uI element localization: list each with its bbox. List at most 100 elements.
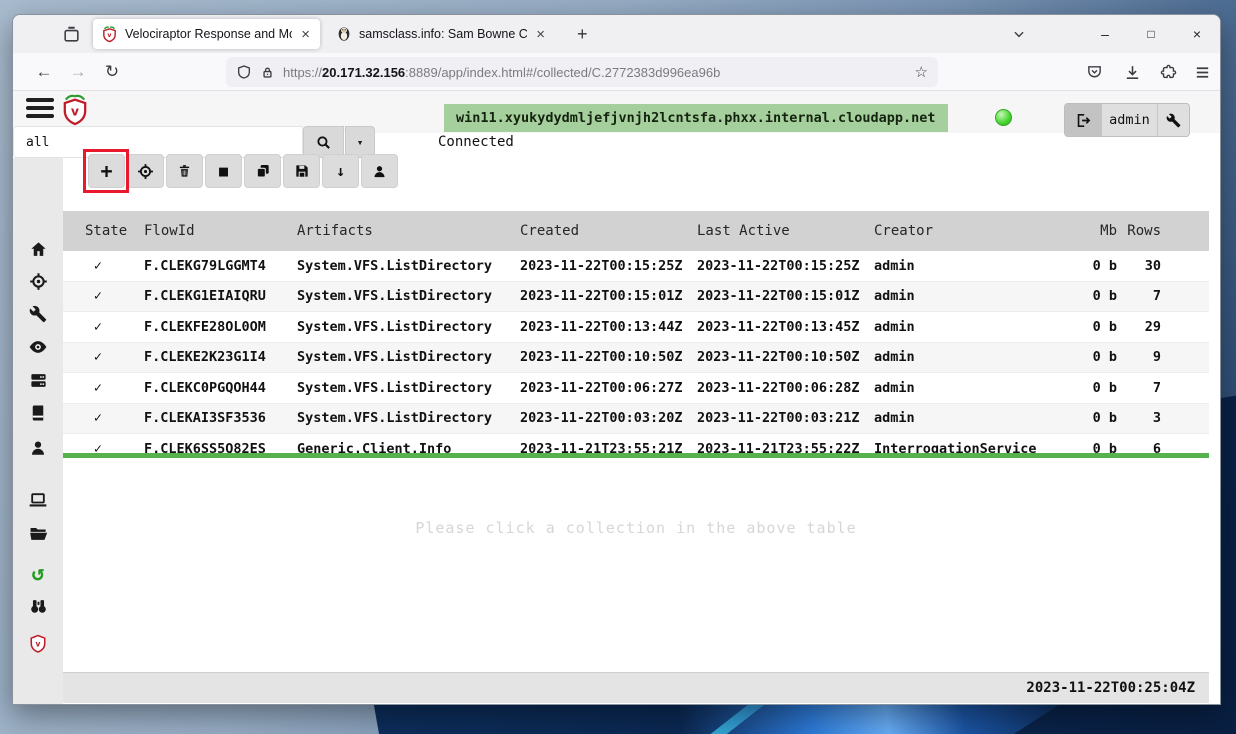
new-tab-button[interactable]: + [569,24,596,45]
table-row[interactable]: ✓ F.CLEKC0PGQOH44 System.VFS.ListDirectory… [63,373,1209,404]
lock-icon[interactable] [260,65,275,80]
table-cell: admin [874,318,915,335]
server-icon [30,373,46,387]
logout-button[interactable] [1065,104,1101,136]
column-header-artifacts[interactable]: Artifacts [288,223,511,239]
export-button[interactable]: ↓ [322,154,359,188]
column-header-state[interactable]: State [63,223,133,239]
reload-button[interactable]: ↻ [97,53,127,91]
sidebar-item-vfs[interactable] [13,521,63,545]
table-cell: 0 b [1092,288,1117,305]
save-button[interactable] [283,154,320,188]
extensions-puzzle-icon[interactable] [1153,53,1183,91]
column-header-mb[interactable]: Mb [1085,223,1119,239]
bookmark-star-icon[interactable]: ☆ [915,63,928,81]
downloads-icon[interactable] [1117,53,1147,91]
person-icon [32,441,44,455]
table-cell: 9 [1152,349,1161,366]
velociraptor-favicon-icon: v [101,25,118,43]
plus-icon: + [100,159,113,183]
column-header-created[interactable]: Created [511,223,689,239]
sidebar-item-collected[interactable]: ↺ [13,561,63,585]
sidebar-item-client-events[interactable] [13,594,63,618]
book-icon [32,405,44,421]
velociraptor-logo-icon[interactable]: v [61,94,89,128]
tab-velociraptor[interactable]: v Velociraptor Response and Mon × [93,19,320,49]
table-cell: 2023-11-22T00:13:44Z [520,318,683,335]
tab-title: Velociraptor Response and Mon [125,27,293,41]
column-header-flowid[interactable]: FlowId [133,223,288,239]
menu-hamburger-icon[interactable] [1187,53,1217,91]
shield-permissions-icon[interactable] [236,64,252,80]
url-text: https://20.171.32.156:8889/app/index.htm… [283,64,721,80]
stop-button[interactable]: ■ [205,154,242,188]
history-icon: ↺ [31,560,45,585]
app-menu-icon[interactable] [26,98,54,122]
tab-close-icon[interactable]: × [299,26,312,43]
copy-icon [256,165,269,178]
table-cell: 29 [1144,318,1161,335]
flows-table-header: State FlowId Artifacts Created Last Active Cr… [63,211,1209,251]
state-check-icon: ✓ [93,440,103,453]
sidebar-item-server-events[interactable] [13,368,63,392]
shield-v-icon: v [30,634,46,653]
firefox-view-icon[interactable] [57,21,85,47]
new-collection-button[interactable]: + [88,154,125,188]
table-row[interactable]: ✓ F.CLEKFE28OL0OM System.VFS.ListDirectory… [63,312,1209,343]
back-button[interactable]: ← [29,53,59,91]
url-bar[interactable]: https://20.171.32.156:8889/app/index.htm… [226,57,938,87]
floppy-save-icon [295,165,308,177]
forward-button[interactable]: → [63,53,93,91]
sidebar-item-users[interactable] [13,436,63,460]
table-cell: 0 b [1092,257,1117,274]
column-header-creator[interactable]: Creator [866,223,1085,239]
status-bar: 2023-11-22T00:25:04Z [63,672,1209,703]
table-cell: 2023-11-22T00:15:25Z [697,257,860,274]
pocket-icon[interactable] [1079,53,1109,91]
sidebar-item-hunts[interactable] [13,269,63,293]
penguin-favicon-icon [336,26,352,42]
list-all-tabs-icon[interactable] [1012,27,1026,41]
copy-button[interactable] [244,154,281,188]
table-row[interactable]: ✓ F.CLEKG1EIAIQRU System.VFS.ListDirectory… [63,281,1209,312]
table-row[interactable]: ✓ F.CLEKE2K23G1I4 System.VFS.ListDirectory… [63,342,1209,373]
tab-samsclass[interactable]: samsclass.info: Sam Bowne Cla × [328,19,555,49]
table-cell: 2023-11-22T00:13:45Z [697,318,860,335]
server-timestamp: 2023-11-22T00:25:04Z [1026,680,1195,696]
state-check-icon: ✓ [93,288,103,305]
close-button[interactable]: × [1174,26,1220,42]
table-cell: F.CLEK6SS5Q82ES [144,440,266,453]
settings-wrench-icon[interactable] [1157,104,1189,136]
tab-close-icon[interactable]: × [534,26,547,43]
tab-title: samsclass.info: Sam Bowne Cla [359,27,528,41]
sidebar-item-home[interactable] [13,237,63,261]
pane-resizer-divider[interactable] [63,453,1209,458]
maximize-button[interactable]: □ [1128,27,1174,41]
table-cell: 7 [1152,288,1161,305]
minimize-button[interactable]: – [1082,26,1128,42]
username-button[interactable]: admin [1101,104,1157,136]
sidebar-item-about[interactable]: v [13,632,63,656]
table-cell: F.CLEKG1EIAIQRU [144,288,266,305]
hostname-badge[interactable]: win11.xyukydydmljefjvnjh2lcntsfa.phxx.in… [444,104,948,132]
laptop-icon [29,493,47,507]
offline-collector-button[interactable] [127,154,164,188]
sidebar-item-artifacts[interactable] [13,302,63,326]
table-cell: admin [874,349,915,366]
connected-dot-icon [995,109,1012,126]
table-row[interactable]: ✓ F.CLEKAI3SF3536 System.VFS.ListDirectory… [63,403,1209,434]
table-cell: 2023-11-22T00:15:01Z [520,288,683,305]
table-cell: 2023-11-22T00:06:28Z [697,379,860,396]
sidebar-item-host-info[interactable] [13,488,63,512]
table-row[interactable]: ✓ F.CLEKG79LGGMT4 System.VFS.ListDirectory… [63,251,1209,282]
user-flows-button[interactable] [361,154,398,188]
table-cell: 0 b [1092,440,1117,453]
flows-table-body: ✓ F.CLEKG79LGGMT4 System.VFS.ListDirectory… [63,251,1209,453]
delete-button[interactable] [166,154,203,188]
table-cell: F.CLEKC0PGQOH44 [144,379,266,396]
column-header-rows[interactable]: Rows [1119,223,1165,239]
column-header-last-active[interactable]: Last Active [689,223,866,239]
sidebar-item-notebooks[interactable] [13,401,63,425]
sidebar-item-dashboard[interactable] [13,335,63,359]
table-row[interactable]: ✓ F.CLEK6SS5Q82ES Generic.Client.Info 2023-… [63,434,1209,453]
